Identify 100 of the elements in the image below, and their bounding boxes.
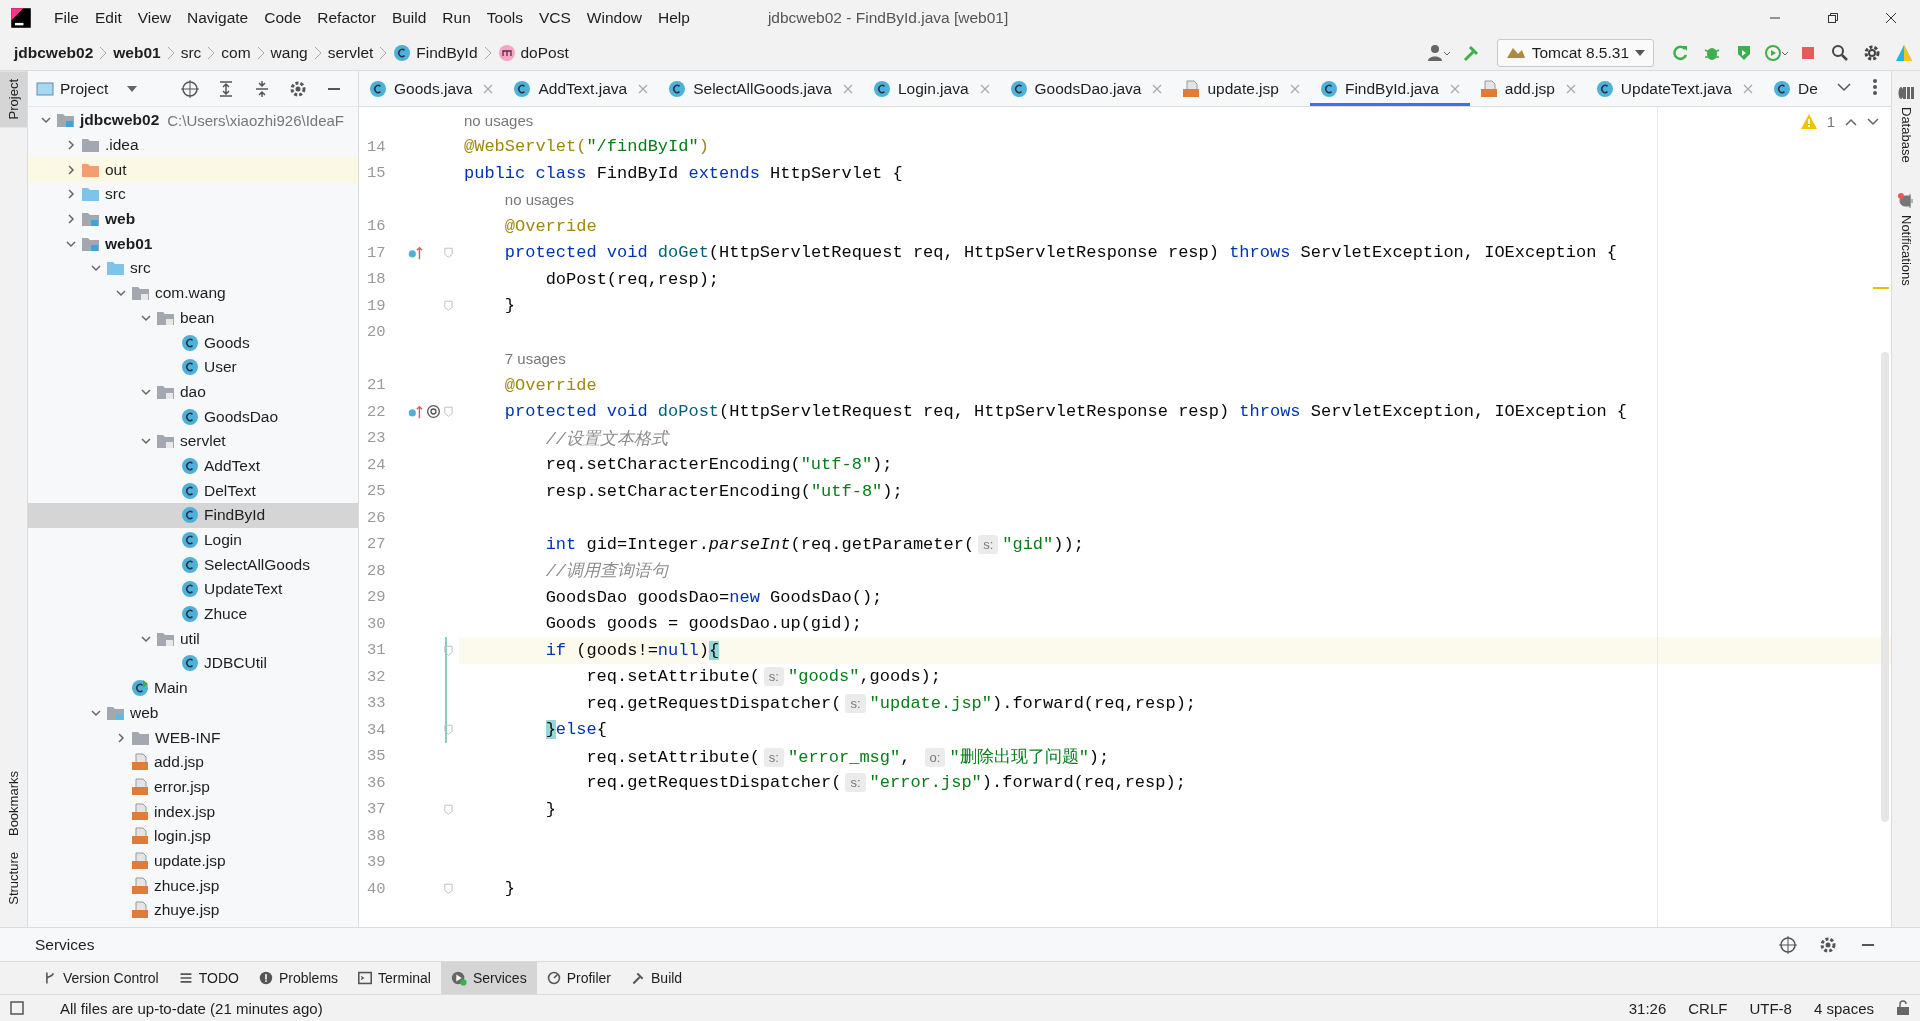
menu-item[interactable]: Run: [434, 2, 479, 33]
menu-item[interactable]: Code: [256, 2, 310, 33]
menu-item[interactable]: Tools: [478, 2, 531, 33]
tool-window-button[interactable]: Bookmarks: [0, 763, 27, 845]
tool-window-tab[interactable]: Problems: [248, 962, 349, 994]
tool-window-tab[interactable]: Version Control: [33, 962, 169, 994]
project-view-dropdown[interactable]: Project: [36, 79, 141, 98]
tree-row[interactable]: add.jsp: [28, 749, 358, 775]
tree-row[interactable]: FindById: [28, 503, 358, 528]
breadcrumb[interactable]: jdbcweb02: [12, 43, 96, 62]
tree-row[interactable]: jdbcweb02 C:\Users\xiaozhi926\IdeaF: [28, 108, 358, 133]
breadcrumb[interactable]: src: [178, 43, 204, 62]
tree-row[interactable]: JDBCUtil: [28, 651, 358, 676]
tree-row[interactable]: servlet: [28, 428, 358, 454]
tree-row[interactable]: zhuye.jsp: [28, 898, 358, 923]
usage-hint[interactable]: no usages: [459, 111, 534, 129]
status-item[interactable]: CRLF: [1688, 999, 1728, 1017]
editor-tab[interactable]: SelectAllGoods.java: [658, 71, 863, 106]
tool-window-button[interactable]: Notifications: [1892, 184, 1920, 294]
tree-row[interactable]: out: [28, 157, 358, 183]
editor-tab[interactable]: Goods.java: [359, 71, 504, 106]
tree-row[interactable]: index.jsp: [28, 799, 358, 824]
run-configuration-dropdown[interactable]: Tomcat 8.5.31: [1496, 38, 1654, 67]
tree-row[interactable]: Main: [28, 675, 358, 701]
status-item[interactable]: UTF-8: [1749, 999, 1792, 1017]
status-item[interactable]: 31:26: [1628, 999, 1667, 1017]
chevron-right-icon[interactable]: [115, 731, 127, 744]
tree-row[interactable]: SelectAllGoods: [28, 552, 358, 578]
menu-item[interactable]: File: [46, 2, 87, 33]
tree-row[interactable]: Goods: [28, 330, 358, 355]
tree-row[interactable]: com.wang: [28, 280, 358, 306]
tool-window-button[interactable]: Database: [1892, 77, 1920, 171]
status-item[interactable]: 4 spaces: [1813, 999, 1874, 1017]
breadcrumb[interactable]: FindById: [391, 43, 480, 62]
change-marker[interactable]: [445, 690, 447, 717]
tree-row[interactable]: .idea: [28, 132, 358, 158]
tree-row[interactable]: Zhuce: [28, 601, 358, 627]
tree-row[interactable]: error.jsp: [28, 774, 358, 800]
editor-tab[interactable]: GoodsDao.java: [999, 71, 1173, 106]
lock-icon[interactable]: [1896, 1000, 1910, 1016]
menu-item[interactable]: View: [129, 2, 180, 33]
menu-item[interactable]: VCS: [530, 2, 579, 33]
editor-tab[interactable]: FindById.java: [1309, 71, 1470, 106]
tool-window-tab[interactable]: Services: [440, 962, 537, 994]
editor-tab[interactable]: update.jsp: [1172, 71, 1310, 106]
breadcrumb[interactable]: servlet: [325, 43, 376, 62]
editor-tab[interactable]: AddText.java: [503, 71, 659, 106]
menu-item[interactable]: Build: [383, 2, 435, 33]
tree-row[interactable]: bean: [28, 305, 358, 331]
tree-row[interactable]: login.jsp: [28, 823, 358, 849]
chevron-right-icon[interactable]: [65, 188, 77, 201]
chevron-right-icon[interactable]: [65, 139, 77, 152]
change-marker[interactable]: [445, 716, 447, 743]
tree-row[interactable]: web: [28, 700, 358, 726]
menu-item[interactable]: Navigate: [179, 2, 257, 33]
tree-row[interactable]: WEB-INF: [28, 725, 358, 750]
panel-toggle-icon[interactable]: [10, 1001, 24, 1015]
usage-hint[interactable]: no usages: [459, 191, 575, 209]
tree-row[interactable]: web01: [28, 231, 358, 257]
tree-row[interactable]: GoodsDao: [28, 404, 358, 429]
editor-tab[interactable]: Login.java: [862, 71, 1000, 106]
breadcrumb[interactable]: web01: [111, 43, 163, 62]
usage-hint[interactable]: 7 usages: [459, 350, 566, 368]
menu-item[interactable]: Refactor: [309, 2, 384, 33]
menu-item[interactable]: Edit: [87, 2, 130, 33]
tree-row[interactable]: zhuce.jsp: [28, 873, 358, 898]
tool-window-button[interactable]: Structure: [0, 844, 27, 913]
chevron-right-icon[interactable]: [65, 213, 77, 226]
change-marker[interactable]: [445, 663, 447, 690]
change-marker[interactable]: [445, 637, 447, 664]
chevron-down-icon[interactable]: [1867, 117, 1879, 126]
tree-row[interactable]: dao: [28, 379, 358, 405]
breadcrumb[interactable]: com: [219, 43, 253, 62]
chevron-up-icon[interactable]: [1845, 117, 1857, 126]
problem-icon: [258, 971, 273, 985]
breadcrumb[interactable]: doPost: [495, 43, 571, 62]
tree-row[interactable]: DelText: [28, 478, 358, 503]
warning-count[interactable]: 1: [1826, 113, 1835, 130]
tree-row[interactable]: UpdateText: [28, 577, 358, 602]
tool-window-tab[interactable]: Build: [621, 962, 693, 994]
tree-row[interactable]: User: [28, 354, 358, 380]
tree-row[interactable]: Login: [28, 527, 358, 553]
scrollbar-thumb[interactable]: [1881, 352, 1889, 822]
breadcrumb[interactable]: wang: [268, 43, 310, 62]
tree-row[interactable]: AddText: [28, 453, 358, 479]
tool-window-button[interactable]: Project: [0, 71, 27, 128]
tool-window-tab[interactable]: Profiler: [536, 962, 621, 994]
editor-tab[interactable]: add.jsp: [1469, 71, 1586, 106]
menu-item[interactable]: Help: [650, 2, 698, 33]
tool-window-tab[interactable]: Terminal: [348, 962, 441, 994]
tree-row[interactable]: util: [28, 626, 358, 652]
tree-row[interactable]: update.jsp: [28, 848, 358, 874]
chevron-right-icon[interactable]: [65, 163, 77, 176]
tool-window-tab[interactable]: TODO: [168, 962, 249, 994]
tree-row[interactable]: web: [28, 206, 358, 232]
tree-row[interactable]: src: [28, 256, 358, 281]
menu-item[interactable]: Window: [578, 2, 650, 33]
tree-row[interactable]: src: [28, 182, 358, 207]
editor-tab[interactable]: UpdateText.java: [1585, 71, 1763, 106]
editor-tab[interactable]: De: [1763, 71, 1828, 106]
